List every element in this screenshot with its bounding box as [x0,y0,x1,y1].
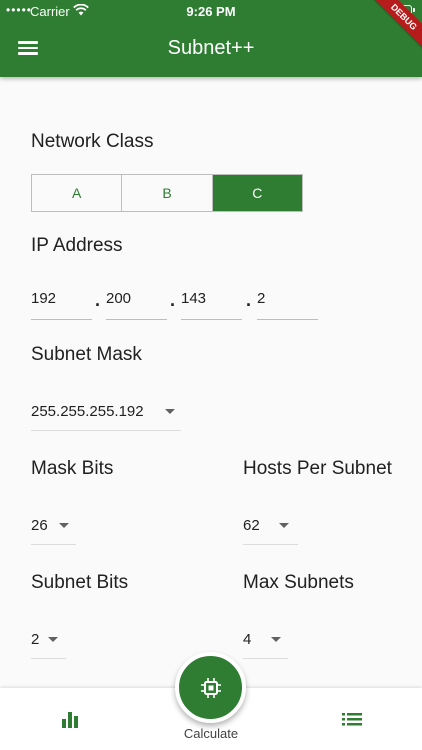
ip-octet-4-field[interactable]: 2 [257,290,318,320]
class-c-button[interactable]: C [211,175,302,211]
network-class-selector: A B C [31,174,303,212]
subnet-bits-label: Subnet Bits [31,572,129,593]
hosts-per-subnet-label: Hosts Per Subnet [243,458,392,479]
subnet-mask-dropdown[interactable]: 255.255.255.192 [31,401,181,431]
ip-separator: . [170,290,176,310]
chevron-down-icon [271,637,281,642]
chevron-down-icon [165,409,175,414]
app-bar: ••••• Carrier 9:26 PM Subnet++ DEBUG [0,0,422,77]
chevron-down-icon [48,637,58,642]
class-b-button[interactable]: B [121,175,211,211]
ip-octet-3-field[interactable]: 143 [181,290,242,320]
max-subnets-value: 4 [243,631,252,648]
ip-separator: . [95,290,101,310]
ip-octet-1-field[interactable]: 192 [31,290,92,320]
hosts-per-subnet-dropdown[interactable]: 62 [243,515,298,545]
network-class-label: Network Class [31,131,154,152]
subnet-bits-value: 2 [31,631,40,648]
status-time: 9:26 PM [186,4,236,19]
max-subnets-dropdown[interactable]: 4 [243,629,288,659]
page-title: Subnet++ [167,37,255,59]
hosts-per-subnet-value: 62 [243,517,260,534]
mask-bits-label: Mask Bits [31,458,114,479]
list-icon[interactable] [342,712,362,726]
ip-address-label: IP Address [31,235,123,256]
subnet-mask-label: Subnet Mask [31,344,142,365]
chevron-down-icon [279,523,289,528]
status-bar: ••••• Carrier 9:26 PM [0,0,422,22]
cpu-chip-icon [200,677,221,698]
class-a-button[interactable]: A [32,175,121,211]
subnet-bits-dropdown[interactable]: 2 [31,629,66,659]
max-subnets-label: Max Subnets [243,572,354,593]
calculate-button[interactable] [175,652,246,723]
mask-bits-value: 26 [31,517,48,534]
chevron-down-icon [59,523,69,528]
mask-bits-dropdown[interactable]: 26 [31,515,76,545]
ip-octet-2-field[interactable]: 200 [106,290,167,320]
subnet-mask-value: 255.255.255.192 [31,403,144,420]
ip-separator: . [246,290,252,310]
calculate-label: Calculate [183,726,239,741]
